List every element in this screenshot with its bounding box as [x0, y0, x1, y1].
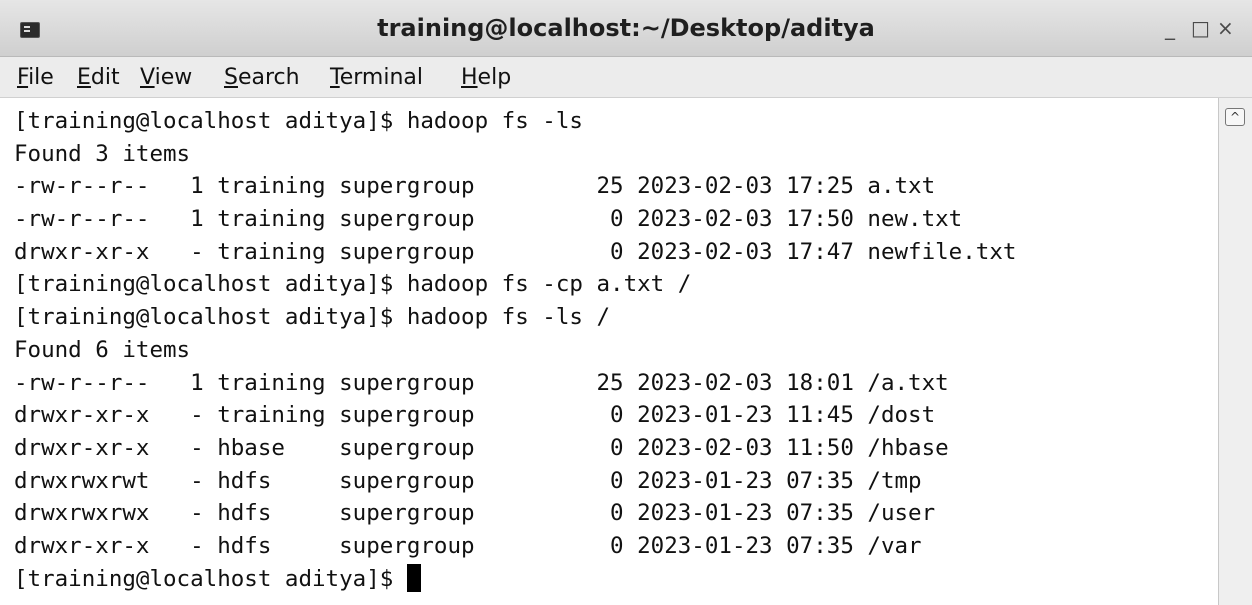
terminal-line: drwxrwxrwt - hdfs supergroup 0 2023-01-2… — [14, 467, 922, 494]
terminal-line: Found 6 items — [14, 336, 191, 363]
terminal-line: [training@localhost aditya]$ hadoop fs -… — [14, 108, 583, 134]
terminal-line: drwxr-xr-x - training supergroup 0 2023-… — [14, 402, 936, 429]
terminal-window: training@localhost:~/Desktop/aditya _ □ … — [0, 0, 1252, 605]
menu-edit[interactable]: Edit — [77, 65, 120, 90]
scroll-up-arrow-icon[interactable]: ^ — [1225, 108, 1245, 126]
terminal-line: drwxr-xr-x - hdfs supergroup 0 2023-01-2… — [14, 532, 922, 559]
shell-prompt: [training@localhost aditya]$ — [14, 565, 407, 592]
text-cursor — [406, 563, 421, 592]
prompt-line[interactable]: [training@localhost aditya]$ — [14, 563, 1204, 596]
close-button[interactable]: × — [1217, 18, 1234, 38]
terminal-line: Found 3 items — [14, 140, 191, 167]
title-bar[interactable]: training@localhost:~/Desktop/aditya _ □ … — [0, 0, 1252, 57]
terminal-output[interactable]: [training@localhost aditya]$ hadoop fs -… — [14, 105, 1204, 605]
menu-bar: File Edit View Search Terminal Help — [0, 57, 1252, 98]
menu-view[interactable]: View — [140, 65, 192, 90]
terminal-line: [training@localhost aditya]$ hadoop fs -… — [14, 304, 611, 331]
terminal-line: -rw-r--r-- 1 training supergroup 25 2023… — [14, 369, 949, 396]
terminal-line: drwxrwxrwx - hdfs supergroup 0 2023-01-2… — [14, 500, 936, 527]
menu-terminal[interactable]: Terminal — [330, 65, 423, 90]
terminal-line: -rw-r--r-- 1 training supergroup 25 2023… — [14, 173, 936, 200]
menu-search[interactable]: Search — [224, 65, 300, 90]
terminal-line: [training@localhost aditya]$ hadoop fs -… — [14, 271, 692, 298]
vertical-scrollbar[interactable]: ^ — [1218, 98, 1252, 605]
window-title: training@localhost:~/Desktop/aditya — [377, 14, 875, 42]
terminal-line: -rw-r--r-- 1 training supergroup 0 2023-… — [14, 206, 963, 233]
terminal-line: drwxr-xr-x - training supergroup 0 2023-… — [14, 238, 1017, 265]
menu-help[interactable]: Help — [461, 65, 511, 90]
maximize-button[interactable]: □ — [1191, 18, 1210, 38]
terminal-line: drwxr-xr-x - hbase supergroup 0 2023-02-… — [14, 434, 949, 461]
minimize-button[interactable]: _ — [1165, 18, 1175, 38]
menu-file[interactable]: File — [17, 65, 54, 90]
